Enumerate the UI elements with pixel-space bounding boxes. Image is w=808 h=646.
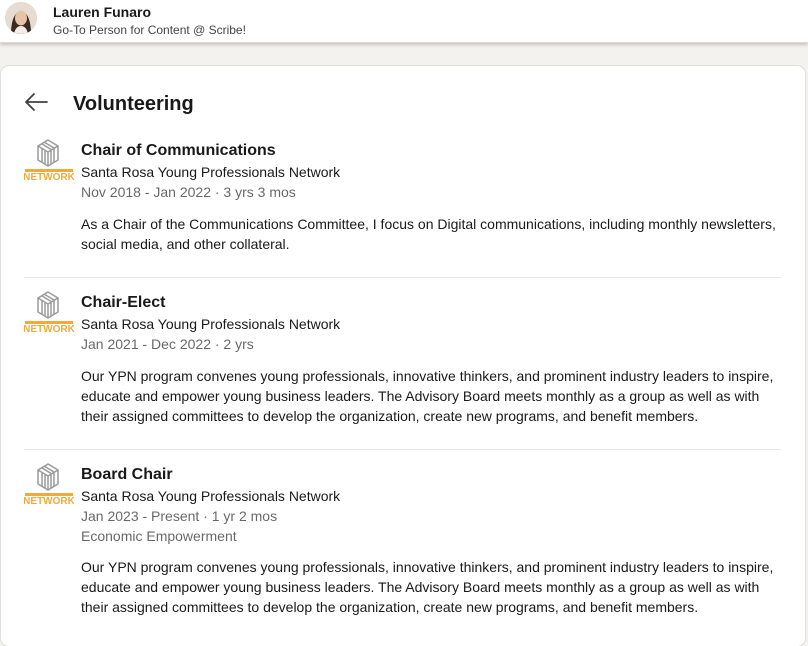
profile-name: Lauren Funaro — [53, 4, 152, 20]
svg-text:NETWORK: NETWORK — [24, 496, 74, 507]
arrow-left-icon[interactable] — [24, 92, 48, 112]
organization-name: Santa Rosa Young Professionals Network — [81, 164, 341, 180]
ypn-logo-icon[interactable]: NETWORK — [24, 460, 74, 508]
date-range: Nov 2018 - Jan 2022 · 3 yrs 3 mos — [81, 184, 296, 200]
avatar[interactable] — [5, 2, 37, 34]
date-range: Jan 2023 - Present · 1 yr 2 mos — [81, 508, 278, 524]
role-title: Chair of Communications — [81, 142, 276, 159]
divider — [24, 449, 781, 450]
role-description: Our YPN program convenes young professio… — [81, 559, 774, 615]
role-title: Board Chair — [81, 466, 173, 483]
date-range: Jan 2021 - Dec 2022 · 2 yrs — [81, 336, 254, 352]
profile-topbar: Lauren Funaro Go-To Person for Content @… — [0, 0, 808, 43]
svg-text:NETWORK: NETWORK — [24, 324, 74, 335]
ypn-logo-icon[interactable]: NETWORK — [24, 136, 74, 184]
ypn-logo-icon[interactable]: NETWORK — [24, 288, 74, 336]
role-title: Chair-Elect — [81, 294, 166, 311]
page-title: Volunteering — [73, 93, 194, 115]
role-description: As a Chair of the Communications Committ… — [81, 216, 776, 252]
organization-name: Santa Rosa Young Professionals Network — [81, 316, 341, 332]
profile-headline: Go-To Person for Content @ Scribe! — [53, 23, 246, 37]
avatar-photo — [5, 2, 37, 34]
divider — [24, 277, 781, 278]
svg-text:NETWORK: NETWORK — [24, 172, 74, 183]
cause-label: Economic Empowerment — [81, 528, 237, 544]
organization-name: Santa Rosa Young Professionals Network — [81, 488, 341, 504]
role-description: Our YPN program convenes young professio… — [81, 368, 774, 424]
